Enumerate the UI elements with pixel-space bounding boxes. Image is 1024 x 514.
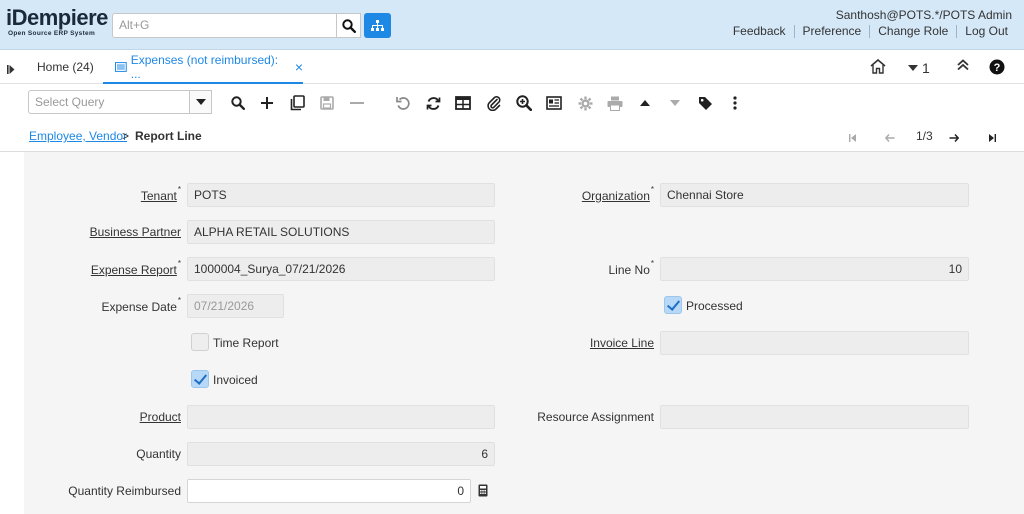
tab-label: Expenses (not reimbursed): ... bbox=[130, 52, 279, 81]
tenant-label: Tenant* bbox=[140, 185, 181, 203]
invoiced-checkbox[interactable] bbox=[191, 370, 209, 388]
copy-record-icon[interactable] bbox=[288, 94, 306, 112]
idempiere-logo[interactable]: iDempiere Open Source ERP System bbox=[6, 6, 110, 42]
record-position: 1/3 bbox=[916, 129, 933, 143]
resource-assignment-label: Resource Assignment bbox=[537, 410, 654, 424]
breadcrumb-parent-link[interactable]: Employee, Vendor bbox=[29, 129, 127, 143]
app-header: iDempiere Open Source ERP System Alt+G S… bbox=[0, 0, 1024, 50]
report-icon[interactable] bbox=[545, 94, 563, 112]
print-icon[interactable] bbox=[606, 94, 624, 112]
global-search-input[interactable]: Alt+G bbox=[112, 13, 337, 38]
previous-record-caret-icon[interactable] bbox=[636, 94, 654, 112]
window-toolbar: Select Query bbox=[0, 85, 1024, 119]
tag-icon[interactable] bbox=[696, 94, 714, 112]
search-icon bbox=[341, 18, 356, 33]
menu-tree-button[interactable] bbox=[364, 13, 391, 38]
breadcrumb-current: Report Line bbox=[135, 129, 202, 143]
breadcrumb: Employee, Vendor > Report Line 1/3 bbox=[0, 120, 1024, 152]
query-dropdown-button[interactable] bbox=[189, 90, 212, 114]
time-report-checkbox[interactable] bbox=[191, 333, 209, 351]
processed-label: Processed bbox=[686, 299, 743, 313]
tab-home[interactable]: Home (24) bbox=[37, 60, 94, 74]
delete-record-icon[interactable] bbox=[348, 94, 366, 112]
zoom-across-icon[interactable] bbox=[515, 94, 533, 112]
invoice-line-label: Invoice Line bbox=[589, 336, 654, 350]
header-links: Feedback Preference Change Role Log Out bbox=[725, 25, 1016, 38]
process-gear-icon[interactable] bbox=[576, 94, 594, 112]
processed-checkbox[interactable] bbox=[664, 296, 682, 314]
last-record-icon[interactable] bbox=[989, 131, 996, 145]
svg-text:?: ? bbox=[994, 62, 1001, 74]
expense-report-label: Expense Report* bbox=[90, 259, 181, 277]
new-record-icon[interactable] bbox=[258, 94, 276, 112]
feedback-link[interactable]: Feedback bbox=[725, 25, 794, 38]
invoiced-label: Invoiced bbox=[213, 373, 258, 387]
quantity-reimbursed-field[interactable]: 0 bbox=[187, 479, 471, 503]
undo-icon[interactable] bbox=[394, 94, 412, 112]
sitemap-icon bbox=[371, 19, 384, 31]
quantity-field[interactable]: 6 bbox=[187, 442, 495, 466]
help-icon[interactable]: ? bbox=[989, 59, 1005, 75]
attachment-icon[interactable] bbox=[485, 94, 503, 112]
line-no-label: Line No* bbox=[608, 259, 655, 277]
grid-toggle-icon[interactable] bbox=[454, 94, 472, 112]
resource-assignment-field[interactable] bbox=[660, 405, 969, 429]
close-tab-icon[interactable]: × bbox=[295, 59, 303, 75]
logo-subtitle: Open Source ERP System bbox=[8, 30, 96, 37]
expand-sidebar-icon[interactable] bbox=[7, 63, 15, 77]
open-window-count: 1 bbox=[922, 60, 930, 76]
logout-link[interactable]: Log Out bbox=[956, 25, 1016, 38]
preference-link[interactable]: Preference bbox=[793, 25, 870, 38]
logo-text: iDempiere bbox=[6, 5, 108, 30]
record-form: Tenant* POTS Organization* Chennai Store… bbox=[24, 152, 1024, 514]
business-partner-field[interactable]: ALPHA RETAIL SOLUTIONS bbox=[187, 220, 495, 244]
window-icon bbox=[115, 61, 127, 72]
caret-down-icon bbox=[908, 65, 918, 71]
quantity-reimbursed-label: Quantity Reimbursed bbox=[68, 484, 181, 498]
line-no-field[interactable]: 10 bbox=[660, 257, 969, 281]
caret-down-icon bbox=[195, 99, 206, 105]
select-query-input[interactable]: Select Query bbox=[28, 90, 190, 114]
next-record-caret-icon[interactable] bbox=[666, 94, 684, 112]
expense-date-label: Expense Date* bbox=[101, 296, 181, 314]
expense-date-field[interactable]: 07/21/2026 bbox=[187, 294, 284, 318]
calculator-icon[interactable] bbox=[478, 484, 488, 500]
breadcrumb-separator: > bbox=[122, 129, 130, 143]
search-button[interactable] bbox=[337, 13, 361, 38]
previous-record-icon[interactable] bbox=[884, 131, 895, 145]
collapse-up-icon[interactable] bbox=[956, 59, 970, 71]
refresh-icon[interactable] bbox=[424, 94, 442, 112]
organization-field[interactable]: Chennai Store bbox=[660, 183, 969, 207]
business-partner-label: Business Partner bbox=[89, 225, 181, 239]
find-icon[interactable] bbox=[229, 94, 247, 112]
product-label: Product bbox=[139, 410, 181, 424]
tab-expenses-not-reimbursed[interactable]: Expenses (not reimbursed): ... × bbox=[103, 51, 303, 84]
quantity-label: Quantity bbox=[136, 447, 181, 461]
window-switcher[interactable]: 1 bbox=[908, 60, 930, 76]
organization-label: Organization* bbox=[581, 185, 654, 203]
change-role-link[interactable]: Change Role bbox=[869, 25, 956, 38]
invoice-line-field[interactable] bbox=[660, 331, 969, 355]
user-role-label: Santhosh@POTS.*/POTS Admin bbox=[835, 8, 1012, 22]
first-record-icon[interactable] bbox=[849, 131, 856, 145]
time-report-label: Time Report bbox=[213, 336, 279, 350]
save-icon[interactable] bbox=[318, 94, 336, 112]
next-record-icon[interactable] bbox=[949, 131, 960, 145]
more-options-icon[interactable] bbox=[726, 94, 744, 112]
window-tab-bar: Home (24) Expenses (not reimbursed): ...… bbox=[0, 51, 1024, 84]
home-icon[interactable] bbox=[870, 59, 886, 74]
